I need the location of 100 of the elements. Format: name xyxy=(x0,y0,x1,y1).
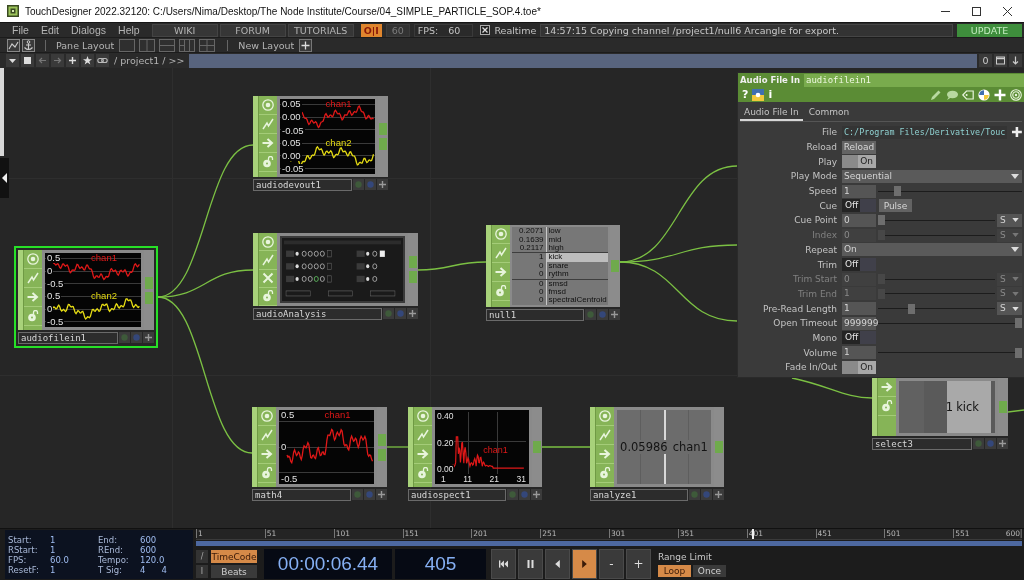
caret-down-icon[interactable] xyxy=(1012,306,1019,311)
dot-icon[interactable] xyxy=(597,309,608,320)
caret-down-icon[interactable] xyxy=(1011,247,1019,253)
single-pane-icon[interactable] xyxy=(119,38,136,52)
dot-icon[interactable] xyxy=(131,332,142,343)
transport-button[interactable] xyxy=(491,549,516,579)
number-field[interactable]: 1 xyxy=(842,346,876,360)
two-tone-circle-icon[interactable] xyxy=(978,88,990,101)
pulse-button[interactable]: Reload xyxy=(842,140,876,154)
slider-thumb[interactable] xyxy=(878,215,885,226)
toggle-button[interactable]: Off xyxy=(842,199,876,213)
collapse-tab-icon[interactable] xyxy=(0,158,9,198)
cross-icon[interactable] xyxy=(262,272,274,285)
lock-icon[interactable] xyxy=(262,290,274,303)
node-name[interactable]: null1 xyxy=(486,309,584,321)
node-name[interactable]: audiofilein1 xyxy=(18,332,118,344)
slider-thumb[interactable] xyxy=(1015,347,1022,358)
toggle-button[interactable]: Off xyxy=(842,331,876,345)
number-field[interactable]: 999999 xyxy=(842,316,876,330)
star-icon[interactable] xyxy=(81,54,94,67)
dot-icon[interactable] xyxy=(585,309,596,320)
number-field[interactable]: 1 xyxy=(842,302,876,316)
close-icon[interactable] xyxy=(1003,6,1012,16)
frame-display[interactable]: 405 xyxy=(395,549,486,579)
zigzag-icon[interactable] xyxy=(261,429,273,441)
output-connector[interactable] xyxy=(378,433,386,446)
help-tile-icon[interactable] xyxy=(752,88,765,101)
maximize-icon[interactable] xyxy=(972,6,981,16)
file-path-field[interactable]: C:/Program Files/Derivative/Touc xyxy=(842,125,1008,139)
anchor-icon[interactable] xyxy=(22,38,35,52)
tag-icon[interactable] xyxy=(962,88,974,101)
target-icon[interactable] xyxy=(599,410,611,422)
minimize-icon[interactable] xyxy=(941,10,950,12)
slider-track[interactable] xyxy=(878,230,995,241)
dot-icon[interactable] xyxy=(395,308,406,319)
number-field[interactable]: 1 xyxy=(842,184,876,198)
plus-icon[interactable] xyxy=(299,38,313,52)
output-connector[interactable] xyxy=(378,448,386,461)
menu-item[interactable]: File xyxy=(8,24,33,36)
dot-icon[interactable] xyxy=(364,489,375,500)
slider-thumb[interactable] xyxy=(907,303,915,314)
zigzag-icon[interactable] xyxy=(262,118,274,130)
mode-button[interactable]: Beats xyxy=(211,565,257,578)
square-icon[interactable] xyxy=(21,54,34,67)
three-pane-icon[interactable] xyxy=(179,38,196,52)
menu-item[interactable]: Help xyxy=(114,24,144,36)
node-name[interactable]: analyze1 xyxy=(590,489,688,501)
edit-button[interactable]: / xyxy=(196,550,208,563)
target-icon[interactable] xyxy=(262,235,274,248)
number-field[interactable]: 0 xyxy=(842,213,876,227)
unit-dropdown[interactable]: S xyxy=(997,213,1022,227)
lock-icon[interactable] xyxy=(881,400,893,412)
unit-dropdown[interactable]: S xyxy=(997,302,1022,316)
toggle-button[interactable]: On xyxy=(842,155,876,169)
lock-icon[interactable] xyxy=(417,467,429,479)
transport-button[interactable] xyxy=(518,549,543,579)
path-field[interactable] xyxy=(189,53,977,68)
network-path[interactable]: / project1 / >> xyxy=(111,55,188,66)
arrow-right-icon[interactable] xyxy=(262,137,274,149)
window-icon[interactable] xyxy=(994,54,1007,67)
arrow-right-icon[interactable] xyxy=(881,381,893,393)
node-name[interactable]: audiodevout1 xyxy=(253,179,352,191)
target-icon[interactable] xyxy=(27,253,39,265)
link-button[interactable]: TUTORIALS xyxy=(287,23,354,37)
chart-icon[interactable] xyxy=(7,38,20,52)
lock-icon[interactable] xyxy=(261,467,273,479)
operator-node[interactable]: 0.5 0 -0.5 chan1 0.5 0 -0.5 chan2 audiofilein1 xyxy=(14,246,158,348)
node-name[interactable]: audioAnalysis xyxy=(253,308,382,320)
split-horizontal-icon[interactable] xyxy=(159,38,176,52)
zigzag-icon[interactable] xyxy=(417,429,429,441)
network-canvas[interactable] xyxy=(0,68,1024,528)
link-button[interactable]: WIKI xyxy=(151,23,218,37)
lock-icon[interactable] xyxy=(599,467,611,479)
arrow-right-icon[interactable] xyxy=(599,448,611,460)
counter-field[interactable]: 0 xyxy=(979,54,992,67)
dropdown-field[interactable]: On xyxy=(842,243,1022,257)
menu-item[interactable]: Dialogs xyxy=(67,24,111,36)
link-icon[interactable] xyxy=(96,54,109,67)
dot-icon[interactable] xyxy=(507,489,518,500)
zigzag-icon[interactable] xyxy=(495,247,507,259)
speech-bubble-icon[interactable] xyxy=(946,88,958,101)
dot-icon[interactable] xyxy=(353,179,364,190)
timecode-display[interactable]: 00:00:06.44 xyxy=(264,549,392,579)
checkbox[interactable] xyxy=(480,25,491,35)
arrow-right-icon[interactable] xyxy=(27,291,39,303)
arrow-right-icon[interactable] xyxy=(261,448,273,460)
target-icon[interactable] xyxy=(1010,88,1022,101)
toggle-button[interactable]: Off xyxy=(842,258,876,272)
transport-button[interactable] xyxy=(572,549,597,579)
mode-button[interactable]: TimeCode xyxy=(211,550,257,563)
range-option[interactable]: Once xyxy=(693,564,726,577)
dot-icon[interactable] xyxy=(383,308,394,319)
step-button[interactable]: - xyxy=(599,549,624,579)
pulse-button[interactable]: Pulse xyxy=(879,199,912,213)
edit-button[interactable]: I xyxy=(196,565,208,578)
zigzag-icon[interactable] xyxy=(599,429,611,441)
tab[interactable]: Audio File In xyxy=(740,107,803,121)
info-glyph[interactable]: i xyxy=(768,88,773,101)
dot-icon[interactable] xyxy=(519,489,530,500)
four-pane-icon[interactable] xyxy=(199,38,216,52)
